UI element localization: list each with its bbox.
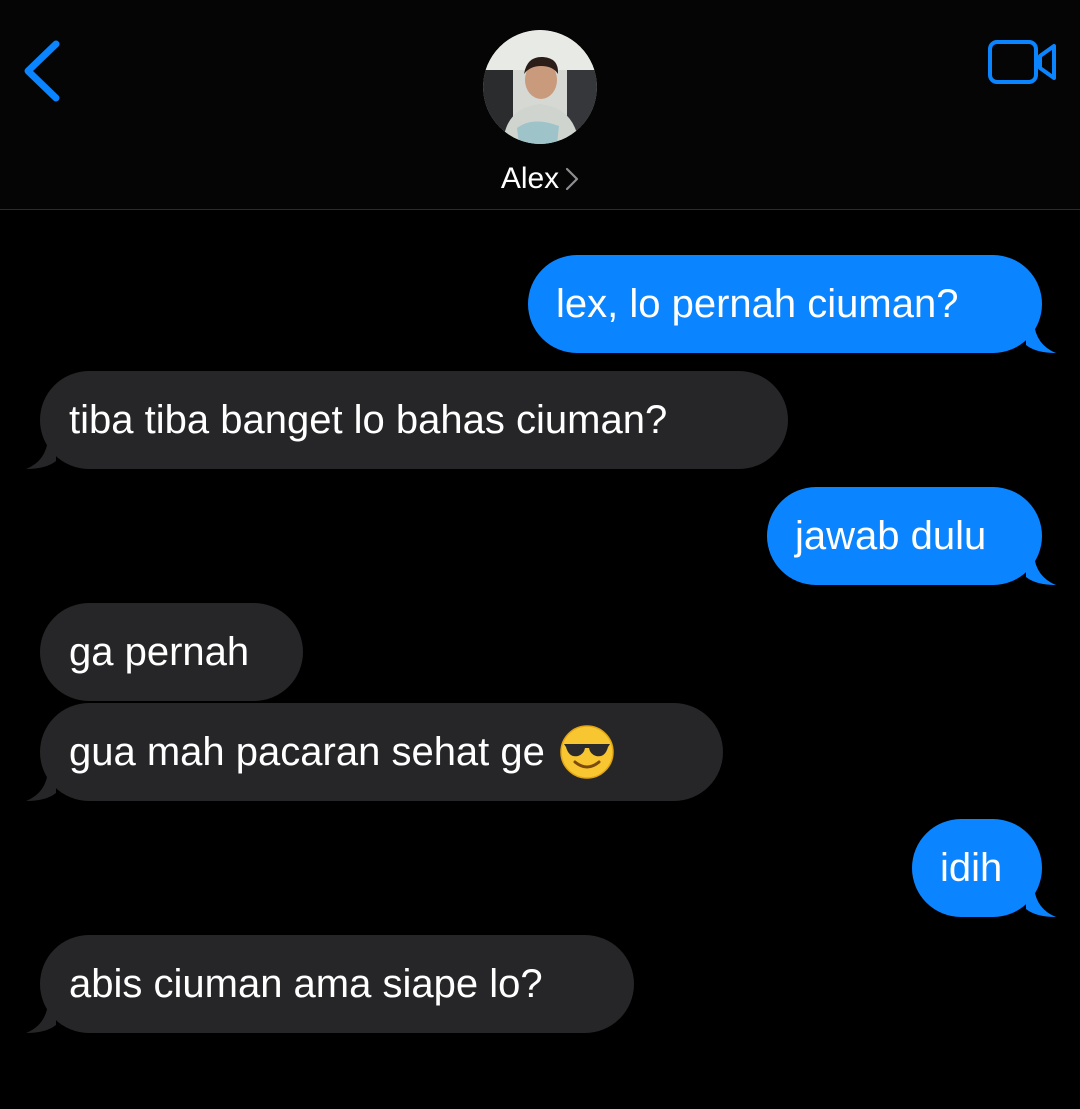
contact-photo [483,30,597,144]
message-bubble-outgoing[interactable]: idih [912,819,1056,917]
message-text: jawab dulu [795,514,987,558]
message-text: gua mah pacaran sehat ge [69,730,545,774]
conversation-header: Alex [0,0,1080,210]
message-bubble-outgoing[interactable]: jawab dulu [767,487,1056,585]
message-bubble-incoming[interactable]: tiba tiba banget lo bahas ciuman? [26,371,788,469]
message-bubble-incoming[interactable]: abis ciuman ama siape lo? [26,935,634,1033]
back-button[interactable] [18,36,66,106]
facetime-video-button[interactable] [986,38,1060,86]
message-text: tiba tiba banget lo bahas ciuman? [69,398,668,442]
message-text: lex, lo pernah ciuman? [556,282,959,326]
contact-name-button[interactable]: Alex [440,157,640,201]
message-text: abis ciuman ama siape lo? [69,962,543,1006]
message-text: idih [940,846,1003,890]
avatar[interactable] [483,30,597,144]
video-camera-icon [988,40,1056,84]
contact-name: Alex [500,162,560,195]
message-bubble-incoming[interactable]: ga pernah [40,603,303,701]
message-text: ga pernah [69,630,250,674]
chevron-left-icon [24,40,60,102]
message-bubble-outgoing[interactable]: lex, lo pernah ciuman? [528,255,1056,353]
chevron-right-icon [565,167,579,191]
message-bubble-incoming[interactable]: gua mah pacaran sehat ge [26,703,723,801]
smiling-face-with-sunglasses-emoji [560,725,614,779]
